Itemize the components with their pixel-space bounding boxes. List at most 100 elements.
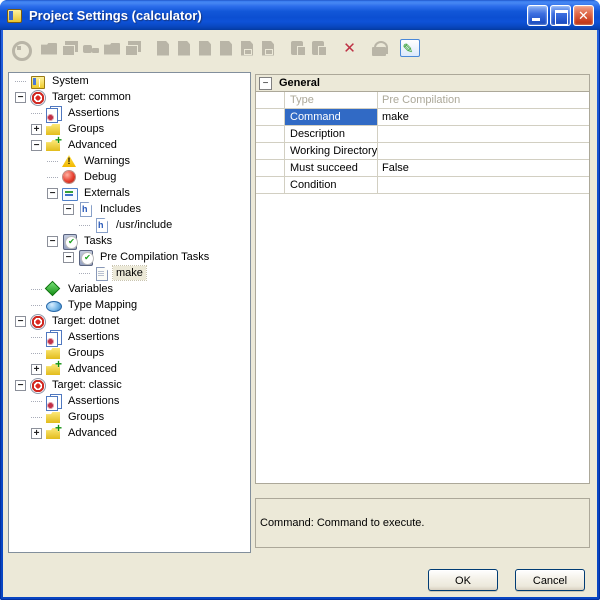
tree-connector bbox=[79, 225, 90, 226]
property-label[interactable]: Description bbox=[285, 126, 378, 142]
expand-expander-icon[interactable] bbox=[31, 124, 42, 135]
property-row-must-succeed[interactable]: Must succeedFalse bbox=[256, 160, 589, 177]
tree-item-advanced[interactable]: Advanced bbox=[9, 137, 250, 153]
tree-item-target-dotnet[interactable]: Target: dotnet bbox=[9, 313, 250, 329]
tree-item-target-common[interactable]: Target: common bbox=[9, 89, 250, 105]
collapse-expander-icon[interactable] bbox=[15, 380, 26, 391]
tree-item-includes[interactable]: Includes bbox=[9, 201, 250, 217]
tree-item-label: Externals bbox=[81, 186, 133, 200]
tree-item-warnings[interactable]: Warnings bbox=[9, 153, 250, 169]
property-row-type[interactable]: TypePre Compilation bbox=[256, 92, 589, 109]
tree-item-label: Debug bbox=[81, 170, 119, 184]
delete-x-icon bbox=[341, 40, 358, 57]
minimize-button[interactable] bbox=[527, 5, 548, 26]
tree-item-groups[interactable]: Groups bbox=[9, 409, 250, 425]
paste-icon bbox=[311, 40, 328, 57]
property-group-header[interactable]: General bbox=[256, 75, 589, 92]
tree-item-label: Advanced bbox=[65, 138, 120, 152]
tree-item-advanced[interactable]: Advanced bbox=[9, 425, 250, 441]
expand-expander-icon[interactable] bbox=[31, 364, 42, 375]
dialog-client-area: SystemTarget: commonAssertionsGroupsAdva… bbox=[3, 30, 597, 597]
tree-item-assertions[interactable]: Assertions bbox=[9, 329, 250, 345]
property-help-panel: Command: Command to execute. bbox=[255, 498, 590, 548]
property-label[interactable]: Must succeed bbox=[285, 160, 378, 176]
property-label[interactable]: Working Directory bbox=[285, 143, 378, 159]
tree-item-pre-compilation-tasks[interactable]: Pre Compilation Tasks bbox=[9, 249, 250, 265]
tree-item-target-classic[interactable]: Target: classic bbox=[9, 377, 250, 393]
tree-item-make[interactable]: make bbox=[9, 265, 250, 281]
tree-item-advanced[interactable]: Advanced bbox=[9, 361, 250, 377]
collapse-group-icon[interactable] bbox=[259, 77, 272, 90]
tree-item-groups[interactable]: Groups bbox=[9, 345, 250, 361]
collapse-expander-icon[interactable] bbox=[31, 140, 42, 151]
tree-connector bbox=[31, 337, 42, 338]
tasks-icon bbox=[77, 249, 93, 265]
property-row-margin bbox=[256, 109, 285, 125]
property-value[interactable]: Pre Compilation bbox=[378, 92, 589, 108]
tasks-icon bbox=[61, 233, 77, 249]
property-label[interactable]: Command bbox=[285, 109, 378, 125]
ok-button[interactable]: OK bbox=[428, 569, 498, 591]
property-group-label: General bbox=[279, 77, 320, 89]
toolbar-edit-button[interactable] bbox=[399, 38, 420, 59]
collapse-expander-icon[interactable] bbox=[15, 92, 26, 103]
document-icon bbox=[176, 40, 193, 57]
tree-item-groups[interactable]: Groups bbox=[9, 121, 250, 137]
maximize-button[interactable] bbox=[550, 5, 571, 26]
property-label[interactable]: Type bbox=[285, 92, 378, 108]
collapse-expander-icon[interactable] bbox=[63, 252, 74, 263]
toolbar-button-1-button bbox=[9, 38, 30, 59]
property-value[interactable] bbox=[378, 126, 589, 142]
ext-icon bbox=[61, 185, 77, 201]
map-icon bbox=[45, 297, 61, 313]
collapse-expander-icon[interactable] bbox=[47, 236, 58, 247]
document-note-icon bbox=[239, 40, 256, 57]
tree-item-tasks[interactable]: Tasks bbox=[9, 233, 250, 249]
cancel-button[interactable]: Cancel bbox=[515, 569, 585, 591]
tree-item-debug[interactable]: Debug bbox=[9, 169, 250, 185]
var-icon bbox=[45, 281, 61, 297]
property-help-text: Command: Command to execute. bbox=[260, 517, 424, 529]
toolbar-button-10-button bbox=[216, 38, 237, 59]
tree-item-assertions[interactable]: Assertions bbox=[9, 105, 250, 121]
close-button[interactable] bbox=[573, 5, 594, 26]
tree-connector bbox=[47, 161, 58, 162]
document-icon bbox=[218, 40, 235, 57]
property-value[interactable] bbox=[378, 143, 589, 159]
property-value[interactable]: False bbox=[378, 160, 589, 176]
collapse-expander-icon[interactable] bbox=[63, 204, 74, 215]
assert-icon bbox=[45, 329, 61, 345]
tree-item-type-mapping[interactable]: Type Mapping bbox=[9, 297, 250, 313]
page-icon bbox=[93, 265, 109, 281]
toolbar-delete-button[interactable] bbox=[339, 38, 360, 59]
toolbar-button-9-button bbox=[195, 38, 216, 59]
system-icon bbox=[29, 73, 45, 89]
document-icon bbox=[197, 40, 214, 57]
property-row-condition[interactable]: Condition bbox=[256, 177, 589, 194]
property-row-description[interactable]: Description bbox=[256, 126, 589, 143]
tree-item-system[interactable]: System bbox=[9, 73, 250, 89]
tree-connector bbox=[31, 305, 42, 306]
collapse-expander-icon[interactable] bbox=[47, 188, 58, 199]
tree-item-label: Target: dotnet bbox=[49, 314, 122, 328]
warning-icon bbox=[61, 153, 77, 169]
toolbar-button-6-button bbox=[123, 38, 144, 59]
tree-item-usr-include[interactable]: /usr/include bbox=[9, 217, 250, 233]
property-row-margin bbox=[256, 143, 285, 159]
tree-item-externals[interactable]: Externals bbox=[9, 185, 250, 201]
collapse-expander-icon[interactable] bbox=[15, 316, 26, 327]
property-value[interactable]: make bbox=[378, 109, 589, 125]
debug-icon bbox=[61, 169, 77, 185]
settings-tree[interactable]: SystemTarget: commonAssertionsGroupsAdva… bbox=[8, 72, 251, 553]
toolbar-button-2-button bbox=[39, 38, 60, 59]
property-label[interactable]: Condition bbox=[285, 177, 378, 193]
property-row-command[interactable]: Commandmake bbox=[256, 109, 589, 126]
tree-item-variables[interactable]: Variables bbox=[9, 281, 250, 297]
property-row-working-directory[interactable]: Working Directory bbox=[256, 143, 589, 160]
toolbar-button-14-button bbox=[309, 38, 330, 59]
expand-expander-icon[interactable] bbox=[31, 428, 42, 439]
toolbar-button-15-button bbox=[369, 38, 390, 59]
property-value[interactable] bbox=[378, 177, 589, 193]
property-row-margin bbox=[256, 160, 285, 176]
tree-item-assertions[interactable]: Assertions bbox=[9, 393, 250, 409]
